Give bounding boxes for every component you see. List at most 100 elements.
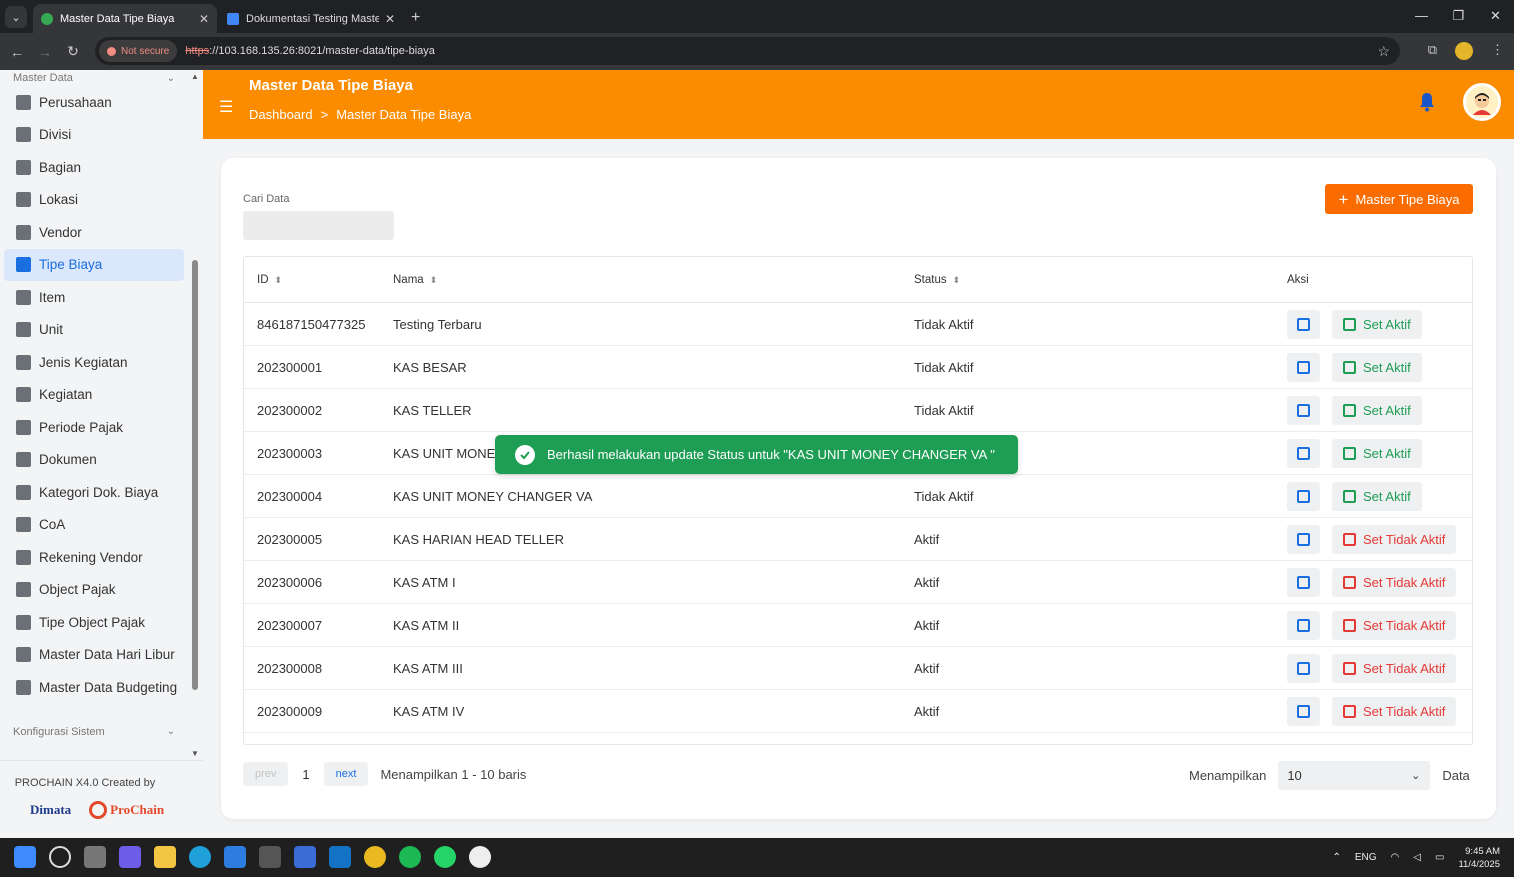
file-explorer-icon[interactable] <box>154 846 176 868</box>
sidebar-item-divisi[interactable]: Divisi <box>4 119 184 152</box>
toggle-status-button[interactable]: Set Tidak Aktif <box>1332 696 1457 726</box>
search-input[interactable] <box>243 211 394 240</box>
app-icon[interactable] <box>294 846 316 868</box>
sidebar-item-master-data-budgeting[interactable]: Master Data Budgeting <box>4 671 184 704</box>
edit-button[interactable] <box>1287 309 1320 339</box>
add-master-tipe-biaya-button[interactable]: + Master Tipe Biaya <box>1325 184 1473 214</box>
copilot-icon[interactable] <box>119 846 141 868</box>
close-window-icon[interactable]: ✕ <box>1477 0 1514 33</box>
whatsapp-icon[interactable] <box>434 846 456 868</box>
sidebar-item-kegiatan[interactable]: Kegiatan <box>4 379 184 412</box>
sidebar-item-rekening-vendor[interactable]: Rekening Vendor <box>4 541 184 574</box>
column-header-nama[interactable]: Nama ⬍ <box>380 274 901 286</box>
browser-tab[interactable]: Dokumentasi Testing Master Da ✕ <box>219 4 403 33</box>
sidebar-item-item[interactable]: Item <box>4 281 184 314</box>
sidebar-item-kategori-dok-biaya[interactable]: Kategori Dok. Biaya <box>4 476 184 509</box>
battery-icon[interactable]: ▭ <box>1435 852 1444 863</box>
chrome-icon[interactable] <box>364 846 386 868</box>
toggle-status-button[interactable]: Set Tidak Aktif <box>1332 610 1457 640</box>
prev-button[interactable]: prev <box>243 762 289 786</box>
language-indicator[interactable]: ENG <box>1355 852 1377 863</box>
scroll-down-icon[interactable]: ▼ <box>191 749 199 758</box>
sidebar-item-object-pajak[interactable]: Object Pajak <box>4 574 184 607</box>
extensions-icon[interactable]: ⧉ <box>1428 42 1437 60</box>
task-view-icon[interactable] <box>84 846 106 868</box>
edit-button[interactable] <box>1287 481 1320 511</box>
url-text[interactable]: https://103.168.135.26:8021/master-data/… <box>185 45 435 57</box>
sidebar-scrollbar[interactable]: ▲ ▼ <box>190 70 201 760</box>
edit-button[interactable] <box>1287 567 1320 597</box>
notification-bell-icon[interactable] <box>1419 92 1435 112</box>
next-button[interactable]: next <box>323 762 369 786</box>
sidebar-item-tipe-object-pajak[interactable]: Tipe Object Pajak <box>4 606 184 639</box>
edit-button[interactable] <box>1287 610 1320 640</box>
search-icon[interactable] <box>49 846 71 868</box>
sidebar-item-master-data-hari-libur[interactable]: Master Data Hari Libur <box>4 639 184 672</box>
close-tab-icon[interactable]: ✕ <box>385 12 395 26</box>
close-tab-icon[interactable]: ✕ <box>199 12 209 26</box>
sidebar-item-vendor[interactable]: Vendor <box>4 216 184 249</box>
profile-avatar[interactable] <box>1455 42 1473 60</box>
edit-icon <box>1343 317 1356 331</box>
tab-search-button[interactable]: ⌄ <box>5 6 27 28</box>
forward-icon[interactable]: → <box>31 44 59 60</box>
toggle-status-button[interactable]: Set Tidak Aktif <box>1332 567 1457 597</box>
sidebar-item-dokumen[interactable]: Dokumen <box>4 444 184 477</box>
section-master-data[interactable]: Master Data ⌄ <box>0 70 188 86</box>
edit-button[interactable] <box>1287 352 1320 382</box>
toggle-status-button[interactable]: Set Aktif <box>1332 352 1422 382</box>
sidebar-item-perusahaan[interactable]: Perusahaan <box>4 86 184 119</box>
store-icon[interactable] <box>224 846 246 868</box>
scrollbar-thumb[interactable] <box>192 260 198 690</box>
minimize-icon[interactable]: — <box>1403 0 1440 33</box>
windows-start-icon[interactable] <box>14 846 36 868</box>
sidebar-item-lokasi[interactable]: Lokasi <box>4 184 184 217</box>
wifi-icon[interactable]: ◠ <box>1391 852 1400 863</box>
edit-button[interactable] <box>1287 395 1320 425</box>
app-icon[interactable] <box>259 846 281 868</box>
sidebar-item-unit[interactable]: Unit <box>4 314 184 347</box>
edge-icon[interactable] <box>189 846 211 868</box>
edit-button[interactable] <box>1287 653 1320 683</box>
sidebar-item-bagian[interactable]: Bagian <box>4 151 184 184</box>
sidebar-item-jenis-kegiatan[interactable]: Jenis Kegiatan <box>4 346 184 379</box>
security-chip[interactable]: Not secure <box>99 40 178 62</box>
hamburger-menu-icon[interactable]: ☰ <box>219 97 233 117</box>
edit-button[interactable] <box>1287 524 1320 554</box>
toggle-status-button[interactable]: Set Aktif <box>1332 438 1422 468</box>
spotify-icon[interactable] <box>399 846 421 868</box>
back-icon[interactable]: ← <box>3 44 31 60</box>
edit-button[interactable] <box>1287 438 1320 468</box>
scroll-up-icon[interactable]: ▲ <box>191 72 199 81</box>
browser-tab-active[interactable]: Master Data Tipe Biaya ✕ <box>33 4 217 33</box>
restore-icon[interactable]: ❐ <box>1440 0 1477 33</box>
edit-button[interactable] <box>1287 696 1320 726</box>
toggle-status-button[interactable]: Set Aktif <box>1332 309 1422 339</box>
toggle-status-button[interactable]: Set Tidak Aktif <box>1332 524 1457 554</box>
tray-chevron-icon[interactable]: ⌃ <box>1332 852 1340 863</box>
browser-menu-icon[interactable]: ⋮ <box>1491 42 1504 60</box>
sidebar-item-periode-pajak[interactable]: Periode Pajak <box>4 411 184 444</box>
volume-icon[interactable]: ◁ <box>1413 852 1421 863</box>
column-header-id[interactable]: ID ⬍ <box>244 274 380 286</box>
section-konfigurasi[interactable]: Konfigurasi Sistem ⌄ <box>0 722 188 742</box>
user-avatar[interactable] <box>1463 83 1501 121</box>
toggle-status-button[interactable]: Set Aktif <box>1332 481 1422 511</box>
app-icon[interactable] <box>469 846 491 868</box>
reload-icon[interactable]: ↻ <box>59 43 87 60</box>
toggle-status-button[interactable]: Set Tidak Aktif <box>1332 653 1457 683</box>
outlook-icon[interactable] <box>329 846 351 868</box>
edit-icon <box>1343 403 1356 417</box>
column-header-status[interactable]: Status ⬍ <box>901 274 1274 286</box>
toggle-status-button[interactable]: Set Aktif <box>1332 395 1422 425</box>
success-toast[interactable]: Berhasil melakukan update Status untuk "… <box>495 435 1018 474</box>
address-bar[interactable]: Not secure https://103.168.135.26:8021/m… <box>95 37 1400 65</box>
new-tab-icon[interactable]: + <box>411 9 420 27</box>
current-page[interactable]: 1 <box>300 767 311 782</box>
bookmark-star-icon[interactable]: ☆ <box>1377 43 1390 60</box>
sidebar-item-tipe-biaya[interactable]: Tipe Biaya <box>4 248 184 281</box>
breadcrumb-home[interactable]: Dashboard <box>249 107 313 122</box>
sidebar-item-coa[interactable]: CoA <box>4 509 184 542</box>
clock[interactable]: 9:45 AM 11/4/2025 <box>1458 845 1500 871</box>
per-page-select[interactable]: 10 ⌄ <box>1278 761 1431 790</box>
